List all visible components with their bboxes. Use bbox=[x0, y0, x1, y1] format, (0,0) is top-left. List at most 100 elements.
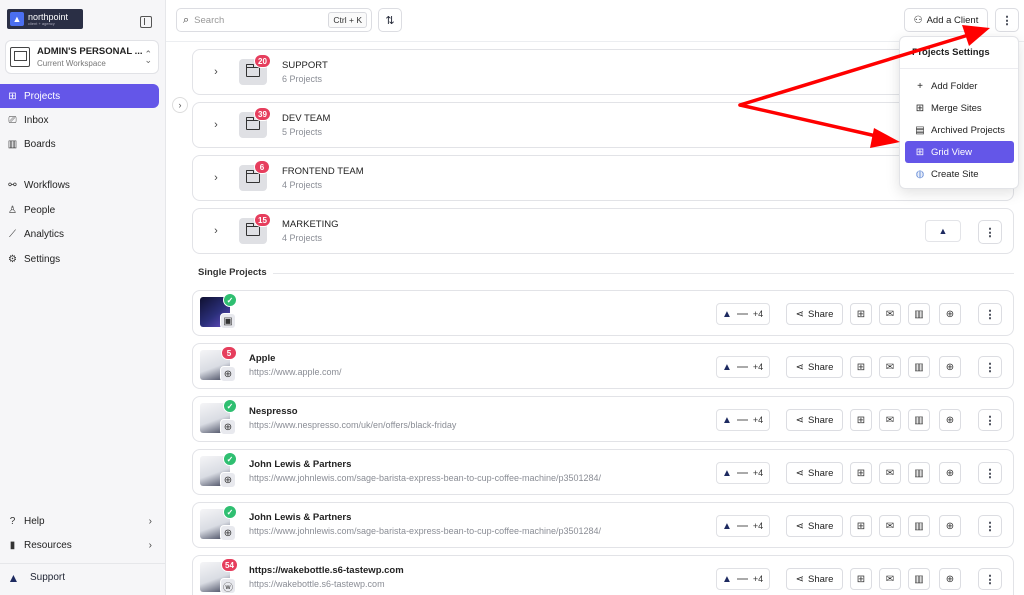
menu-item-merge-sites[interactable]: ⊞ Merge Sites bbox=[905, 97, 1014, 119]
menu-item-add-folder[interactable]: + Add Folder bbox=[905, 75, 1014, 97]
board-icon: ▥ bbox=[914, 467, 924, 479]
workspace-switcher[interactable]: ADMIN'S PERSONAL ... Current Workspace ⌃… bbox=[5, 40, 159, 74]
team-avatars[interactable]: ▲ +4 bbox=[716, 515, 770, 537]
sort-button[interactable]: ⇅ bbox=[378, 8, 402, 32]
add-task-button[interactable]: ⊕ bbox=[939, 303, 961, 325]
project-name: John Lewis & Partners bbox=[249, 459, 352, 470]
chevron-right-icon[interactable]: › bbox=[193, 66, 239, 78]
menu-item-archived-projects[interactable]: ▤ Archived Projects bbox=[905, 119, 1014, 141]
project-options-button[interactable]: ⋮ bbox=[978, 515, 1002, 537]
email-button[interactable]: ✉ bbox=[879, 515, 901, 537]
support-link[interactable]: ▲ Support bbox=[0, 563, 166, 591]
board-button[interactable]: ▥ bbox=[908, 409, 930, 431]
project-url[interactable]: https://www.johnlewis.com/sage-barista-e… bbox=[249, 526, 601, 536]
share-button[interactable]: ⋖ Share bbox=[786, 409, 843, 431]
board-button[interactable]: ▥ bbox=[908, 462, 930, 484]
email-button[interactable]: ✉ bbox=[879, 462, 901, 484]
wordpress-icon: ⓦ bbox=[220, 578, 236, 594]
sidebar-item-analytics[interactable]: ⟋ Analytics bbox=[0, 222, 166, 246]
chevron-right-icon[interactable]: › bbox=[193, 172, 239, 184]
project-options-button[interactable]: ⋮ bbox=[978, 356, 1002, 378]
grid-view-button[interactable]: ⊞ bbox=[850, 303, 872, 325]
project-url[interactable]: https://www.johnlewis.com/sage-barista-e… bbox=[249, 473, 601, 483]
search-input[interactable] bbox=[194, 14, 329, 26]
board-button[interactable]: ▥ bbox=[908, 515, 930, 537]
board-button[interactable]: ▥ bbox=[908, 303, 930, 325]
team-avatars[interactable]: ▲ +4 bbox=[716, 356, 770, 378]
globe-icon: ⊕ bbox=[220, 472, 236, 488]
team-avatars[interactable]: ▲ +4 bbox=[716, 568, 770, 590]
grid-view-button[interactable]: ⊞ bbox=[850, 356, 872, 378]
project-options-button[interactable]: ⋮ bbox=[978, 462, 1002, 484]
project-url[interactable]: https://wakebottle.s6-tastewp.com bbox=[249, 579, 385, 589]
team-avatars[interactable]: ▲ +4 bbox=[716, 409, 770, 431]
sidebar-item-resources[interactable]: ▮ Resources › bbox=[0, 533, 166, 557]
search-shortcut: Ctrl + K bbox=[328, 12, 367, 28]
grid-view-button[interactable]: ⊞ bbox=[850, 462, 872, 484]
share-button[interactable]: ⋖ Share bbox=[786, 356, 843, 378]
expand-panel-icon[interactable]: › bbox=[172, 97, 188, 113]
share-button[interactable]: ⋖ Share bbox=[786, 515, 843, 537]
folder-row-marketing[interactable]: › 15 MARKETING 4 Projects ▲ ⋮ bbox=[192, 208, 1014, 254]
project-options-button[interactable]: ⋮ bbox=[978, 568, 1002, 590]
folder-row-frontend-team[interactable]: › 6 FRONTEND TEAM 4 Projects bbox=[192, 155, 1014, 201]
project-url[interactable]: https://www.nespresso.com/uk/en/offers/b… bbox=[249, 420, 456, 430]
kebab-icon: ⋮ bbox=[984, 467, 996, 480]
project-options-button[interactable]: ⋮ bbox=[978, 409, 1002, 431]
sidebar-item-workflows[interactable]: ⚯ Workflows bbox=[0, 173, 166, 197]
collapse-sidebar-icon[interactable] bbox=[140, 16, 152, 28]
archive-icon: ▤ bbox=[915, 124, 925, 136]
email-button[interactable]: ✉ bbox=[879, 356, 901, 378]
search-box[interactable]: ⌕ Ctrl + K bbox=[176, 8, 372, 32]
add-task-button[interactable]: ⊕ bbox=[939, 356, 961, 378]
board-button[interactable]: ▥ bbox=[908, 356, 930, 378]
add-task-button[interactable]: ⊕ bbox=[939, 515, 961, 537]
project-options-button[interactable]: ⋮ bbox=[978, 303, 1002, 325]
team-avatars[interactable]: ▲ +4 bbox=[716, 462, 770, 484]
share-button[interactable]: ⋖ Share bbox=[786, 303, 843, 325]
project-row[interactable]: ✓ ⊕ Nespresso https://www.nespresso.com/… bbox=[192, 396, 1014, 442]
grid-icon: ⊞ bbox=[856, 361, 866, 373]
sidebar-item-projects[interactable]: ⊞ Projects bbox=[0, 84, 159, 108]
sidebar-item-boards[interactable]: ▥ Boards bbox=[0, 132, 166, 156]
menu-item-grid-view[interactable]: ⊞ Grid View bbox=[905, 141, 1014, 163]
more-options-button[interactable]: ⋮ bbox=[995, 8, 1019, 32]
add-task-button[interactable]: ⊕ bbox=[939, 409, 961, 431]
project-row[interactable]: ✓ ▣ ▲ +4 ⋖ Share ⊞ ✉ ▥ ⊕ ⋮ bbox=[192, 290, 1014, 336]
sidebar-item-help[interactable]: ? Help › bbox=[0, 509, 166, 533]
folder-options-button[interactable]: ⋮ bbox=[978, 220, 1002, 244]
project-url[interactable]: https://www.apple.com/ bbox=[249, 367, 342, 377]
search-icon: ⌕ bbox=[183, 13, 190, 26]
email-button[interactable]: ✉ bbox=[879, 303, 901, 325]
project-row[interactable]: 54 ⓦ https://wakebottle.s6-tastewp.com h… bbox=[192, 555, 1014, 595]
sidebar-item-label: People bbox=[24, 204, 56, 216]
board-button[interactable]: ▥ bbox=[908, 568, 930, 590]
share-icon: ⋖ bbox=[795, 520, 805, 532]
email-button[interactable]: ✉ bbox=[879, 409, 901, 431]
team-avatars[interactable]: ▲ +4 bbox=[716, 303, 770, 325]
workspace-title: ADMIN'S PERSONAL ... bbox=[37, 46, 143, 57]
sidebar-item-inbox[interactable]: ⎚ Inbox bbox=[0, 108, 166, 132]
kebab-icon: ⋮ bbox=[984, 414, 996, 427]
email-button[interactable]: ✉ bbox=[879, 568, 901, 590]
add-task-button[interactable]: ⊕ bbox=[939, 568, 961, 590]
chevron-updown-icon: ⌃ ⌄ bbox=[144, 49, 152, 65]
project-row[interactable]: 5 ⊕ Apple https://www.apple.com/ ▲ +4 ⋖ Sh… bbox=[192, 343, 1014, 389]
sidebar-item-people[interactable]: ♙ People bbox=[0, 198, 166, 222]
grid-view-button[interactable]: ⊞ bbox=[850, 568, 872, 590]
brand-logo[interactable]: ▲ northpoint client + agency bbox=[7, 9, 83, 29]
folder-row-support[interactable]: › 20 SUPPORT 6 Projects bbox=[192, 49, 1014, 95]
menu-item-create-site[interactable]: ◍ Create Site bbox=[905, 163, 1014, 185]
add-client-button[interactable]: ⚇ Add a Client bbox=[904, 8, 988, 32]
folder-row-dev-team[interactable]: › 39 DEV TEAM 5 Projects bbox=[192, 102, 1014, 148]
chevron-right-icon[interactable]: › bbox=[193, 225, 239, 237]
grid-view-button[interactable]: ⊞ bbox=[850, 409, 872, 431]
chevron-right-icon[interactable]: › bbox=[193, 119, 239, 131]
grid-view-button[interactable]: ⊞ bbox=[850, 515, 872, 537]
share-button[interactable]: ⋖ Share bbox=[786, 568, 843, 590]
project-row[interactable]: ✓ ⊕ John Lewis & Partners https://www.jo… bbox=[192, 502, 1014, 548]
project-row[interactable]: ✓ ⊕ John Lewis & Partners https://www.jo… bbox=[192, 449, 1014, 495]
share-button[interactable]: ⋖ Share bbox=[786, 462, 843, 484]
sidebar-item-settings[interactable]: ⚙ Settings bbox=[0, 247, 166, 271]
add-task-button[interactable]: ⊕ bbox=[939, 462, 961, 484]
